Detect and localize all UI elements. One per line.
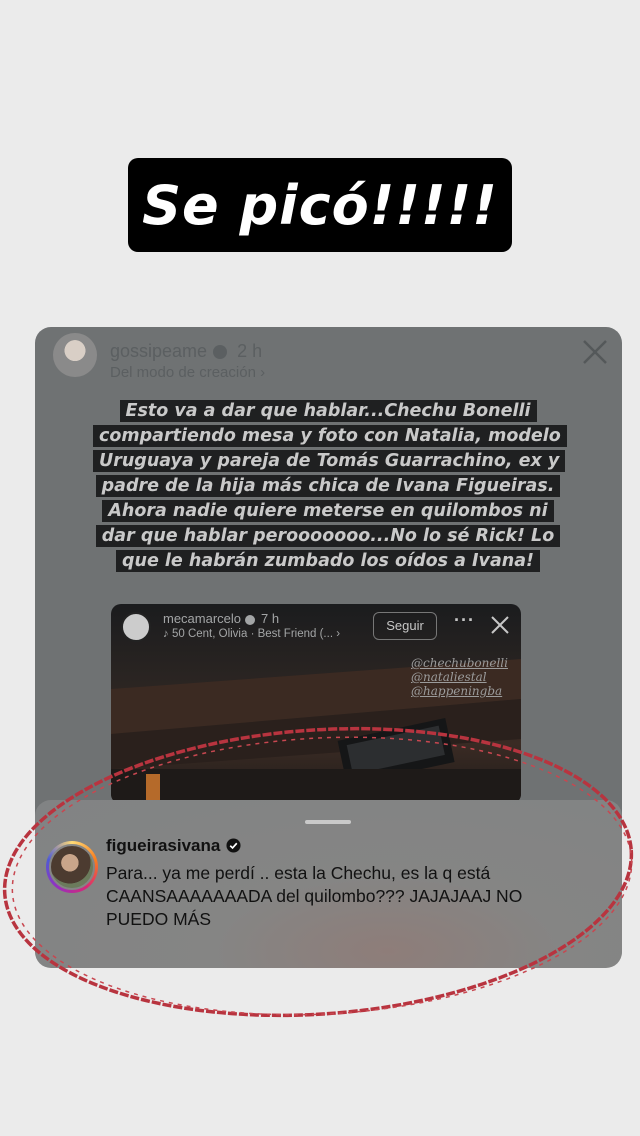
inner-time: 7 h	[261, 611, 280, 626]
story-time: 2 h	[237, 341, 263, 361]
story-caption: Esto va a dar que hablar...Chechu Bonell…	[93, 399, 567, 574]
inner-username-row[interactable]: mecamarcelo 7 h	[163, 611, 279, 626]
story-avatar[interactable]	[53, 333, 97, 377]
comment-text: Para... ya me perdí .. esta la Chechu, e…	[106, 863, 523, 929]
headline-banner: Se picó!!!!!	[128, 158, 512, 252]
follow-button[interactable]: Seguir	[373, 612, 437, 640]
headline-text: Se picó!!!!!	[142, 173, 498, 237]
music-row[interactable]: ♪ 50 Cent, Olivia · Best Friend (... ›	[163, 628, 340, 640]
story-subtitle-text: Del modo de creación	[110, 364, 256, 381]
sheet-grabber[interactable]	[305, 820, 351, 824]
chevron-right-icon: ›	[336, 628, 341, 640]
story-username-row[interactable]: gossipeame 2 h	[110, 341, 262, 362]
verified-icon	[226, 838, 241, 853]
comment-avatar[interactable]	[46, 841, 98, 893]
verified-icon	[213, 345, 228, 360]
chevron-right-icon: ›	[260, 364, 266, 381]
inner-username[interactable]: mecamarcelo	[163, 611, 241, 626]
close-icon[interactable]	[489, 614, 511, 636]
mention-tag[interactable]: @happeningba	[411, 684, 502, 698]
more-options-icon[interactable]: ···	[454, 610, 475, 631]
mention-tag[interactable]: @chechubonelli	[411, 656, 508, 670]
comment-avatar-photo	[49, 844, 95, 890]
embedded-post[interactable]: mecamarcelo 7 h ♪ 50 Cent, Olivia · Best …	[111, 604, 521, 804]
music-icon: ♪	[163, 628, 169, 640]
verified-icon	[245, 614, 256, 625]
close-icon[interactable]	[580, 337, 610, 367]
mention-tag[interactable]: @nataliestal	[411, 670, 487, 684]
music-title: 50 Cent, Olivia · Best Friend (...	[171, 628, 334, 640]
story-subtitle[interactable]: Del modo de creación ›	[110, 364, 265, 381]
comment-username[interactable]: figueirasivana	[106, 836, 220, 855]
comment-sheet[interactable]: figueirasivana Para... ya me perdí .. es…	[35, 800, 622, 968]
comment-username-row[interactable]: figueirasivana	[106, 836, 241, 856]
story-username[interactable]: gossipeame	[110, 341, 207, 361]
story-caption-text: Esto va a dar que hablar...Chechu Bonell…	[93, 400, 567, 572]
inner-avatar[interactable]	[121, 612, 151, 642]
